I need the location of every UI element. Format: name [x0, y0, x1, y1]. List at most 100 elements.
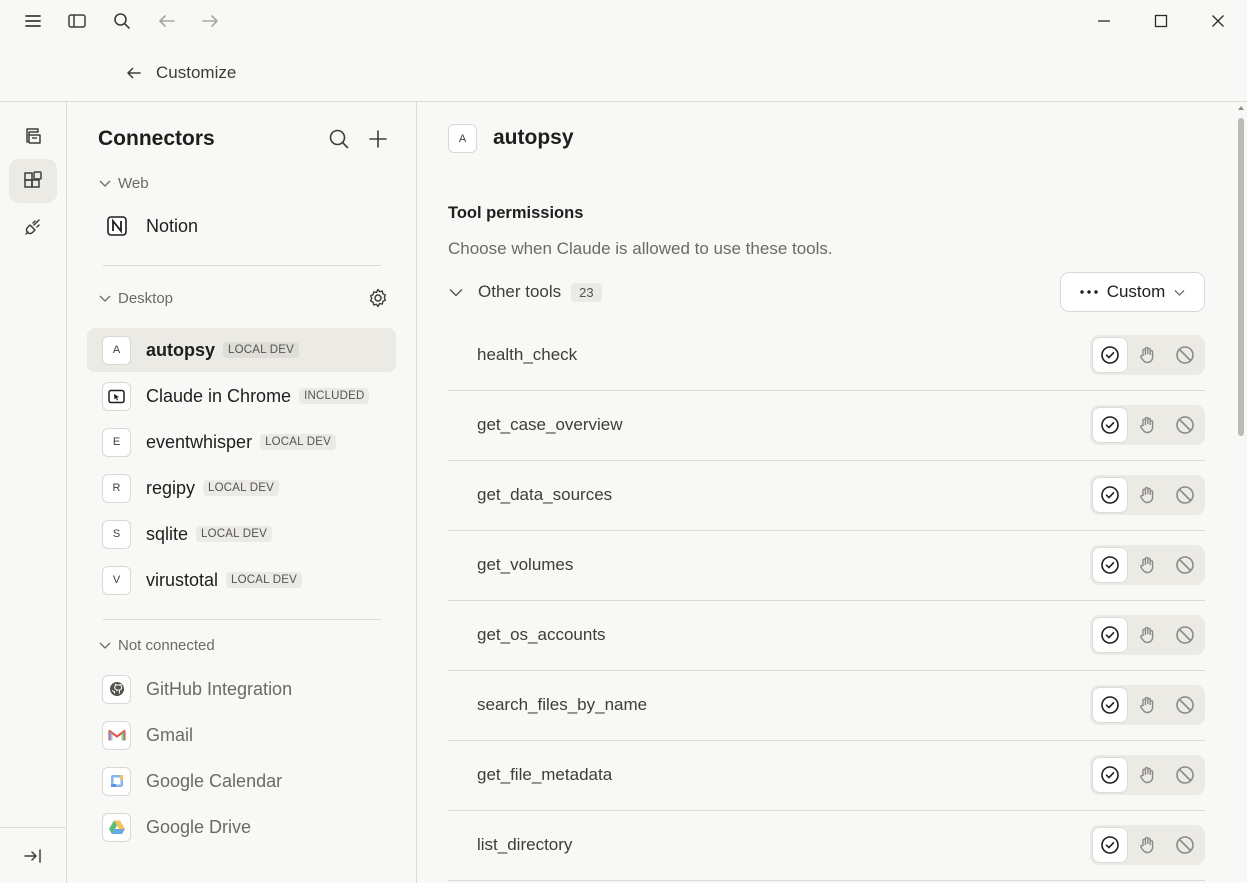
status-badge: LOCAL DEV	[223, 342, 299, 358]
tool-name: search_files_by_name	[477, 695, 648, 714]
forward-arrow-icon[interactable]	[198, 9, 222, 33]
block-icon[interactable]	[1168, 758, 1202, 792]
ask-hand-icon[interactable]	[1130, 478, 1164, 512]
connector-google-calendar[interactable]: Google Calendar	[87, 759, 396, 803]
block-icon[interactable]	[1168, 828, 1202, 862]
ask-hand-icon[interactable]	[1130, 338, 1164, 372]
back-arrow-icon[interactable]	[155, 9, 179, 33]
permission-toggle-group	[1090, 685, 1205, 725]
tool-row: health_check	[448, 321, 1205, 391]
page-title: autopsy	[493, 126, 574, 149]
other-tools-label: Other tools	[478, 282, 562, 301]
add-connector-icon[interactable]	[363, 124, 393, 154]
menu-icon[interactable]	[21, 9, 45, 33]
connector-eventwhisper[interactable]: E eventwhisper LOCAL DEV	[87, 420, 396, 464]
connector-google-drive[interactable]: Google Drive	[87, 805, 396, 849]
group-divider	[103, 265, 381, 266]
expand-sidebar-icon[interactable]	[9, 834, 57, 878]
group-not-connected-toggle[interactable]: Not connected	[98, 634, 215, 656]
panel-title: Connectors	[98, 127, 215, 150]
permission-mode-dropdown[interactable]: Custom	[1060, 272, 1205, 312]
permission-mode-label: Custom	[1106, 282, 1166, 301]
chevron-down-icon	[98, 638, 112, 652]
left-rail	[0, 102, 67, 883]
group-desktop-toggle[interactable]: Desktop	[98, 287, 173, 309]
ask-hand-icon[interactable]	[1130, 548, 1164, 582]
connector-name: sqlite	[146, 523, 189, 544]
ask-hand-icon[interactable]	[1130, 758, 1164, 792]
connector-notion[interactable]: Notion	[87, 204, 396, 248]
block-icon[interactable]	[1168, 548, 1202, 582]
chevron-down-icon	[98, 176, 112, 190]
ask-hand-icon[interactable]	[1130, 688, 1164, 722]
allow-check-icon[interactable]	[1093, 408, 1127, 442]
connector-claude-in-chrome[interactable]: Claude in Chrome INCLUDED	[87, 374, 396, 418]
status-badge: LOCAL DEV	[226, 572, 302, 588]
tool-name: get_file_metadata	[477, 765, 613, 784]
group-web-toggle[interactable]: Web	[98, 172, 149, 194]
scrollbar[interactable]	[1236, 102, 1247, 883]
allow-check-icon[interactable]	[1093, 618, 1127, 652]
chevron-down-icon	[1173, 286, 1186, 299]
allow-check-icon[interactable]	[1093, 758, 1127, 792]
block-icon[interactable]	[1168, 338, 1202, 372]
allow-check-icon[interactable]	[1093, 828, 1127, 862]
connector-name: eventwhisper	[146, 431, 253, 452]
block-icon[interactable]	[1168, 408, 1202, 442]
other-tools-toggle[interactable]: Other tools 23	[448, 278, 602, 306]
tool-row: get_case_overview	[448, 391, 1205, 461]
tool-row: get_os_accounts	[448, 601, 1205, 671]
connector-sqlite[interactable]: S sqlite LOCAL DEV	[87, 512, 396, 556]
connector-name: Google Calendar	[146, 770, 283, 791]
search-connectors-icon[interactable]	[324, 124, 354, 154]
minimize-icon[interactable]	[1089, 6, 1119, 36]
allow-check-icon[interactable]	[1093, 548, 1127, 582]
maximize-icon[interactable]	[1146, 6, 1176, 36]
allow-check-icon[interactable]	[1093, 478, 1127, 512]
connector-autopsy[interactable]: A autopsy LOCAL DEV	[87, 328, 396, 372]
block-icon[interactable]	[1168, 478, 1202, 512]
more-dots-icon	[1079, 289, 1099, 295]
group-divider	[103, 619, 381, 620]
permission-toggle-group	[1090, 335, 1205, 375]
allow-check-icon[interactable]	[1093, 338, 1127, 372]
permission-toggle-group	[1090, 545, 1205, 585]
block-icon[interactable]	[1168, 688, 1202, 722]
connector-name: autopsy	[146, 339, 216, 360]
ask-hand-icon[interactable]	[1130, 408, 1164, 442]
ask-hand-icon[interactable]	[1130, 828, 1164, 862]
scroll-up-arrow-icon[interactable]	[1238, 106, 1244, 110]
connector-avatar: A	[448, 124, 477, 153]
tool-row: get_volumes	[448, 531, 1205, 601]
close-icon[interactable]	[1203, 6, 1233, 36]
tool-name: list_directory	[477, 835, 573, 854]
permission-toggle-group	[1090, 615, 1205, 655]
ask-hand-icon[interactable]	[1130, 618, 1164, 652]
connector-name: Notion	[146, 215, 199, 236]
connector-avatar: E	[102, 427, 131, 457]
connector-name: Claude in Chrome	[146, 385, 292, 406]
title-bar	[0, 0, 1247, 42]
permission-toggle-group	[1090, 755, 1205, 795]
scrollbar-thumb[interactable]	[1238, 118, 1244, 436]
connectors-panel: Connectors Web Notion Desktop A autopsy …	[67, 102, 417, 883]
connector-gmail[interactable]: Gmail	[87, 713, 396, 757]
desktop-settings-gear-icon[interactable]	[363, 283, 393, 313]
rail-connectors-icon[interactable]	[9, 159, 57, 203]
sidebar-toggle-icon[interactable]	[65, 9, 89, 33]
search-icon[interactable]	[110, 9, 134, 33]
tool-name: get_case_overview	[477, 415, 623, 434]
rail-plug-icon[interactable]	[9, 205, 57, 249]
tool-row: get_file_metadata	[448, 741, 1205, 811]
tool-row: get_data_sources	[448, 461, 1205, 531]
permissions-description: Choose when Claude is allowed to use the…	[448, 239, 833, 258]
connector-virustotal[interactable]: V virustotal LOCAL DEV	[87, 558, 396, 602]
chevron-down-icon	[448, 284, 464, 300]
back-to-customize-link[interactable]: Customize	[126, 58, 236, 88]
connector-name: virustotal	[146, 569, 219, 590]
allow-check-icon[interactable]	[1093, 688, 1127, 722]
rail-projects-icon[interactable]	[9, 114, 57, 158]
block-icon[interactable]	[1168, 618, 1202, 652]
connector-github[interactable]: GitHub Integration	[87, 667, 396, 711]
connector-regipy[interactable]: R regipy LOCAL DEV	[87, 466, 396, 510]
